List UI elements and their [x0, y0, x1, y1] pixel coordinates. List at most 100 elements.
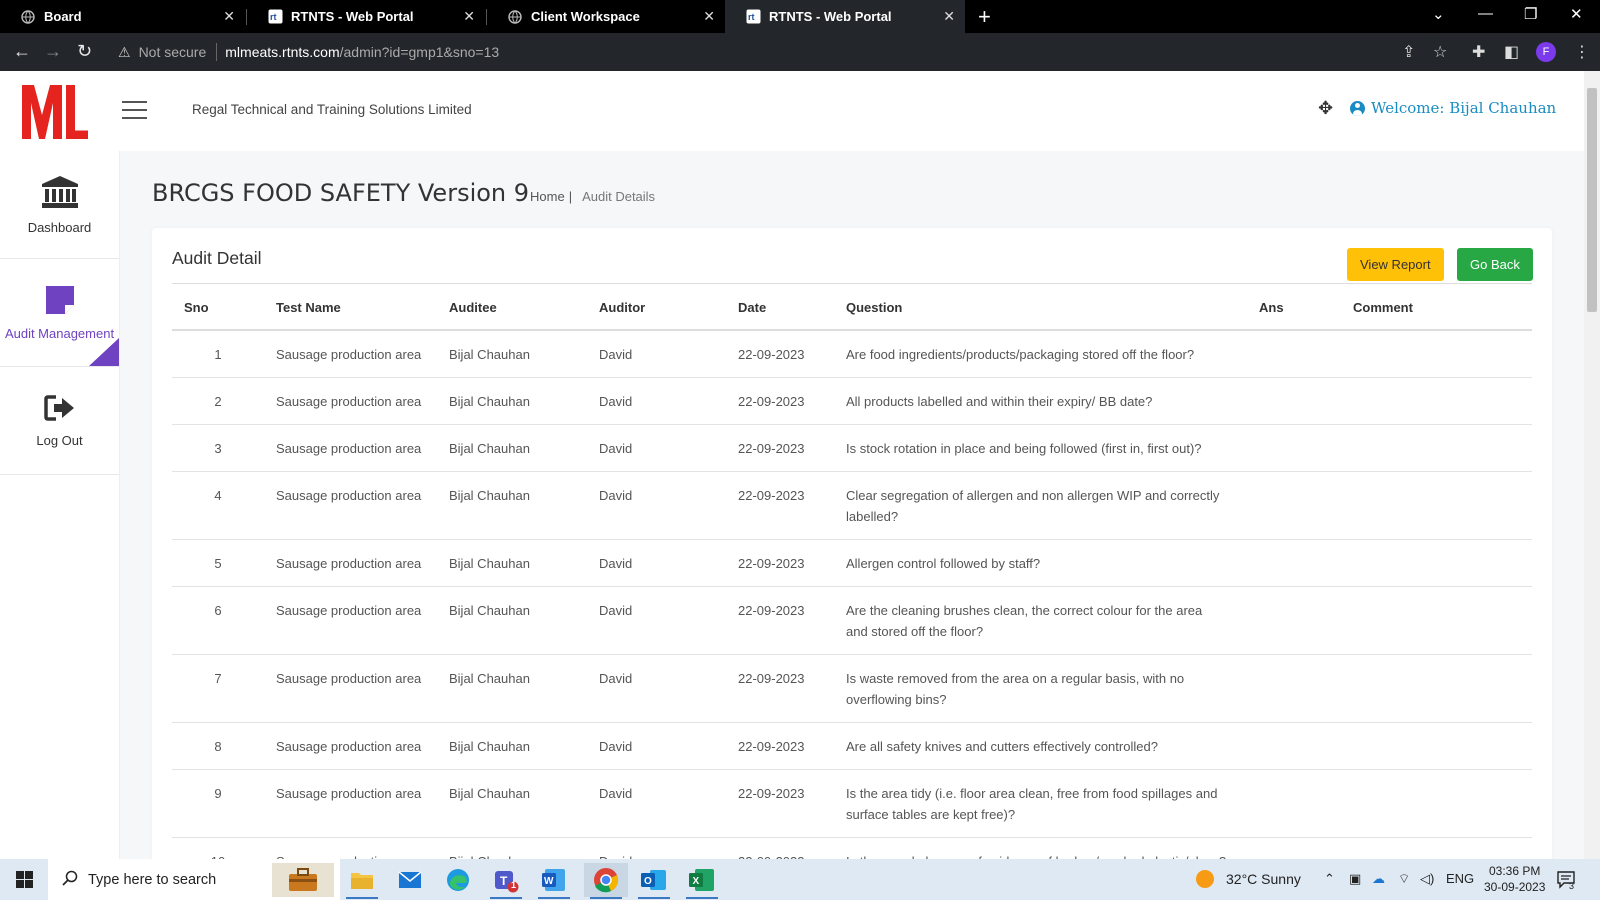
table-row: 1 Sausage production area Bijal Chauhan Dav… — [172, 330, 1532, 378]
cell-question: Allergen control followed by staff? — [834, 539, 1247, 587]
view-report-button[interactable]: View Report — [1347, 248, 1444, 281]
sidebar-item-audit-management[interactable]: Audit Management — [0, 259, 119, 367]
go-back-button[interactable]: Go Back — [1457, 248, 1533, 281]
cell-test-name: Sausage production area — [264, 424, 437, 472]
tab-rtnts-1[interactable]: rt RTNTS - Web Portal ✕ — [247, 0, 485, 33]
onedrive-cloud-icon[interactable]: ☁ — [1372, 871, 1385, 887]
word-icon[interactable]: W — [532, 863, 576, 899]
excel-icon[interactable]: X — [680, 863, 724, 899]
column-header[interactable]: Auditor — [587, 285, 726, 331]
browser-toolbar: ← → ↻ ⚠ Not secure mlmeats.rtnts.com /ad… — [0, 33, 1600, 71]
cell-comment — [1341, 377, 1532, 425]
reload-icon[interactable]: ↻ — [77, 41, 92, 62]
system-clock[interactable]: 03:36 PM 30-09-2023 — [1484, 863, 1545, 895]
profile-avatar[interactable]: F — [1536, 42, 1556, 62]
cell-sno: 5 — [172, 539, 264, 587]
svg-text:rt: rt — [270, 12, 277, 22]
cell-auditee: Bijal Chauhan — [437, 471, 587, 540]
sidebar-item-logout[interactable]: Log Out — [0, 367, 119, 475]
wifi-icon[interactable]: ⌔ — [1398, 871, 1410, 887]
maximize-icon[interactable]: ❐ — [1524, 5, 1537, 23]
user-circle-icon — [1350, 100, 1365, 116]
tab-label: Board — [44, 9, 82, 24]
cell-answer — [1247, 539, 1341, 587]
globe-icon — [20, 9, 36, 25]
weather-text[interactable]: 32°C Sunny — [1226, 871, 1301, 887]
outlook-icon[interactable]: O — [632, 863, 676, 899]
close-tab-icon[interactable]: ✕ — [703, 8, 715, 25]
clock-date: 30-09-2023 — [1484, 880, 1546, 894]
column-header[interactable]: Ans — [1247, 285, 1341, 331]
back-icon[interactable]: ← — [13, 41, 31, 62]
share-icon[interactable]: ⇪ — [1402, 42, 1415, 62]
rtnts-favicon-icon: rt — [745, 9, 761, 25]
menu-dots-icon[interactable]: ⋮ — [1574, 42, 1590, 62]
table-row: 9 Sausage production area Bijal Chauhan Dav… — [172, 769, 1532, 838]
tab-rtnts-active[interactable]: rt RTNTS - Web Portal ✕ — [725, 0, 965, 33]
side-panel-icon[interactable]: ◧ — [1504, 42, 1519, 62]
column-header[interactable]: Date — [726, 285, 834, 331]
file-explorer-icon[interactable] — [340, 863, 384, 899]
running-indicator — [346, 897, 378, 899]
chevron-up-icon[interactable]: ⌃ — [1324, 871, 1335, 887]
cell-auditor: David — [587, 769, 726, 838]
close-tab-icon[interactable]: ✕ — [463, 8, 475, 25]
cell-sno: 7 — [172, 654, 264, 723]
tab-label: Client Workspace — [531, 9, 640, 24]
meet-now-icon[interactable]: ▣ — [1349, 871, 1361, 887]
language-indicator[interactable]: ENG — [1446, 871, 1474, 886]
running-indicator — [538, 897, 570, 899]
tab-label: RTNTS - Web Portal — [769, 9, 892, 24]
breadcrumb-home[interactable]: Home — [530, 189, 565, 204]
cell-comment — [1341, 654, 1532, 723]
cell-answer — [1247, 330, 1341, 378]
cell-auditee: Bijal Chauhan — [437, 722, 587, 770]
column-header[interactable]: Comment — [1341, 285, 1532, 331]
volume-icon[interactable]: ◁) — [1420, 871, 1434, 887]
cell-test-name: Sausage production area — [264, 586, 437, 655]
scrollbar-thumb[interactable] — [1587, 88, 1597, 312]
cell-question: Is stock rotation in place and being fol… — [834, 424, 1247, 472]
edge-browser-icon[interactable] — [436, 863, 480, 897]
cell-answer — [1247, 471, 1341, 540]
column-header[interactable]: Auditee — [437, 285, 587, 331]
cell-auditee: Bijal Chauhan — [437, 424, 587, 472]
extensions-icon[interactable]: ✚ — [1472, 42, 1485, 62]
warning-icon: ⚠ — [118, 43, 131, 60]
tab-board[interactable]: Board ✕ — [0, 0, 245, 33]
bookmark-star-icon[interactable]: ☆ — [1433, 42, 1447, 62]
teams-icon[interactable]: T 1 — [484, 863, 528, 899]
cell-sno: 8 — [172, 722, 264, 770]
sidebar-item-label: Dashboard — [27, 219, 92, 235]
close-tab-icon[interactable]: ✕ — [943, 8, 955, 25]
hamburger-menu-icon[interactable] — [122, 101, 147, 119]
mail-icon[interactable] — [388, 863, 432, 897]
windows-start-icon[interactable] — [16, 871, 33, 888]
cell-sno: 9 — [172, 769, 264, 838]
globe-icon — [507, 9, 523, 25]
url-bar[interactable]: ⚠ Not secure mlmeats.rtnts.com /admin?id… — [110, 37, 1445, 67]
ml-logo[interactable] — [20, 81, 90, 141]
tab-search-icon[interactable]: ⌄ — [1432, 5, 1445, 23]
chrome-icon[interactable] — [584, 863, 628, 899]
breadcrumb: Home | Audit Details — [530, 189, 655, 204]
bank-icon — [41, 175, 79, 214]
cell-test-name: Sausage production area — [264, 722, 437, 770]
column-header[interactable]: Test Name — [264, 285, 437, 331]
briefcase-app-icon[interactable] — [272, 863, 334, 897]
tab-client-workspace[interactable]: Client Workspace ✕ — [487, 0, 725, 33]
new-tab-icon[interactable]: + — [978, 4, 991, 30]
cell-sno: 6 — [172, 586, 264, 655]
close-window-icon[interactable]: ✕ — [1570, 5, 1583, 23]
column-header[interactable]: Question — [834, 285, 1247, 331]
sidebar-item-dashboard[interactable]: Dashboard — [0, 151, 119, 259]
divider — [172, 283, 1532, 284]
weather-sun-icon[interactable] — [1195, 869, 1215, 892]
forward-icon[interactable]: → — [44, 41, 62, 62]
main-content: BRCGS FOOD SAFETY Version 9 Home | Audit… — [120, 151, 1584, 885]
column-header[interactable]: Sno — [172, 285, 264, 331]
welcome-user[interactable]: Welcome: Bijal Chauhan — [1350, 99, 1556, 117]
minimize-icon[interactable]: — — [1478, 5, 1493, 22]
close-tab-icon[interactable]: ✕ — [223, 8, 235, 25]
fullscreen-move-icon[interactable]: ✥ — [1318, 98, 1333, 119]
